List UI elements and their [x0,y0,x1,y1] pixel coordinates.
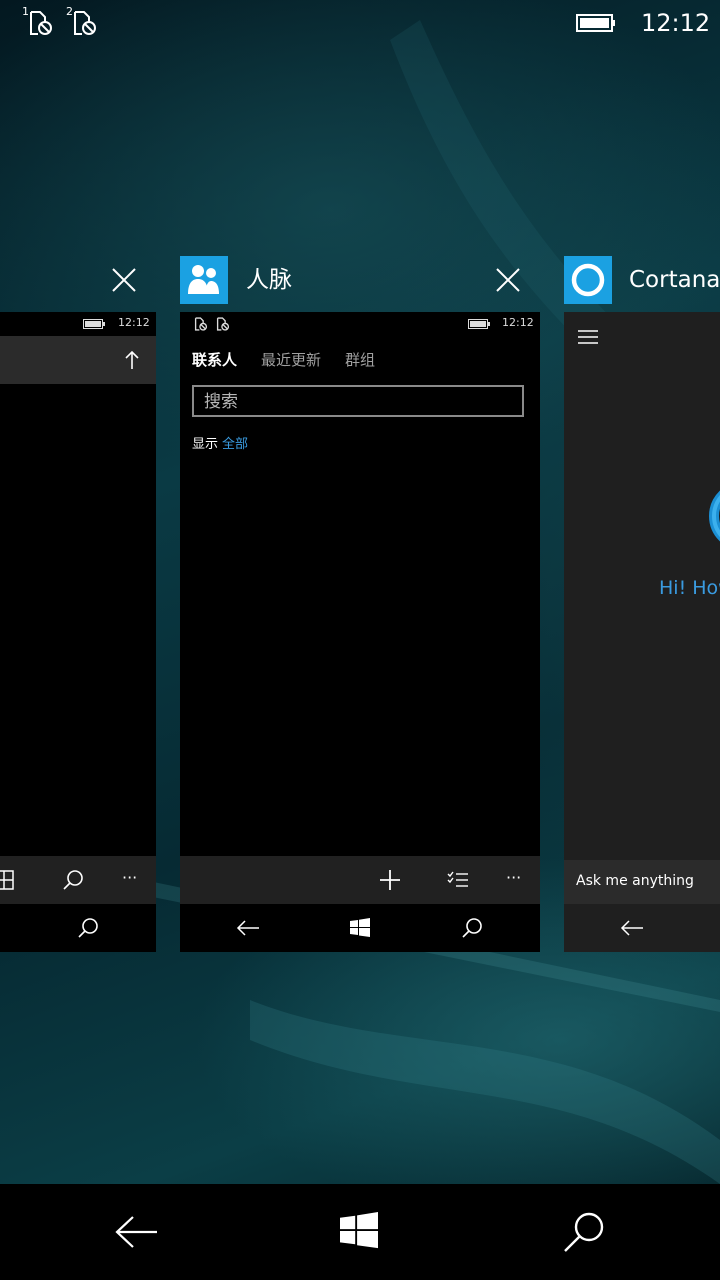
back-arrow-icon[interactable] [620,919,644,937]
people-glyph-icon [188,265,219,294]
back-arrow-icon[interactable] [114,1214,158,1250]
status-bar: 1 2 12:12 [0,0,720,48]
people-search-input[interactable]: 搜索 [192,385,524,417]
people-app-bar: ··· [180,856,540,904]
people-mini-status: 12:12 [180,312,540,336]
battery-full-icon [576,14,615,32]
people-app-icon[interactable] [180,256,228,304]
sim-no-service-icon [30,11,52,35]
cortana-nav-bar [564,904,720,952]
people-card-title-row: 人脉 [180,256,540,304]
cortana-ask-box[interactable]: Ask me anything [564,860,720,904]
select-list-icon[interactable] [447,870,469,890]
battery-full-icon [83,319,105,329]
arrow-up-icon[interactable] [122,349,142,371]
left-app-card[interactable]: 12:12 ··· [0,312,156,952]
sim2-status: 2 [66,6,102,38]
more-icon[interactable]: ··· [506,868,521,888]
more-icon[interactable]: ··· [122,868,137,888]
system-nav-bar [0,1184,720,1280]
show-filter: 显示 全部 [192,436,248,454]
hamburger-menu-icon[interactable] [577,329,599,345]
left-header-bar [0,336,156,384]
cortana-app-card[interactable]: Hi! How Ask me anything [564,312,720,952]
search-icon[interactable] [562,1210,606,1254]
tab-recent-updates[interactable]: 最近更新 [261,348,321,374]
cortana-ask-label: Ask me anything [576,873,694,889]
close-icon[interactable] [493,265,523,295]
tab-groups[interactable]: 群组 [345,348,375,374]
show-filter-label: 显示 [192,437,219,452]
search-icon[interactable] [62,869,84,891]
add-icon[interactable] [379,869,401,891]
windows-icon[interactable] [340,1212,378,1250]
close-icon[interactable] [109,265,139,295]
sim-no-service-icon [74,11,96,35]
cortana-logo-icon [709,490,720,542]
people-nav-bar [180,904,540,952]
show-filter-value[interactable]: 全部 [222,437,248,452]
cortana-greeting: Hi! How [659,577,720,599]
grid-icon[interactable] [0,870,14,890]
search-icon[interactable] [461,917,483,939]
people-pivot-tabs: 联系人 最近更新 群组 [192,348,399,374]
left-card-title-row [0,256,156,304]
windows-icon[interactable] [350,918,370,938]
tab-contacts[interactable]: 联系人 [192,348,237,374]
status-time: 12:12 [641,9,711,37]
sim-no-service-icon [194,317,208,331]
cortana-card-title-row: Cortana [564,256,720,304]
sim-no-service-icon [216,317,230,331]
sim1-status: 1 [22,6,58,38]
search-icon[interactable] [77,917,99,939]
people-mini-time: 12:12 [502,316,534,329]
back-arrow-icon[interactable] [236,919,260,937]
left-mini-status: 12:12 [0,312,156,336]
left-app-bar: ··· [0,856,156,904]
cortana-app-title: Cortana [629,267,720,293]
cortana-app-icon[interactable] [564,256,612,304]
people-app-card[interactable]: 12:12 联系人 最近更新 群组 搜索 显示 全部 ··· [180,312,540,952]
battery-full-icon [468,319,490,329]
left-nav-bar [0,904,156,952]
cortana-circle-icon [571,263,605,297]
left-mini-time: 12:12 [118,316,150,329]
people-app-title: 人脉 [246,267,292,293]
search-placeholder: 搜索 [204,392,238,412]
